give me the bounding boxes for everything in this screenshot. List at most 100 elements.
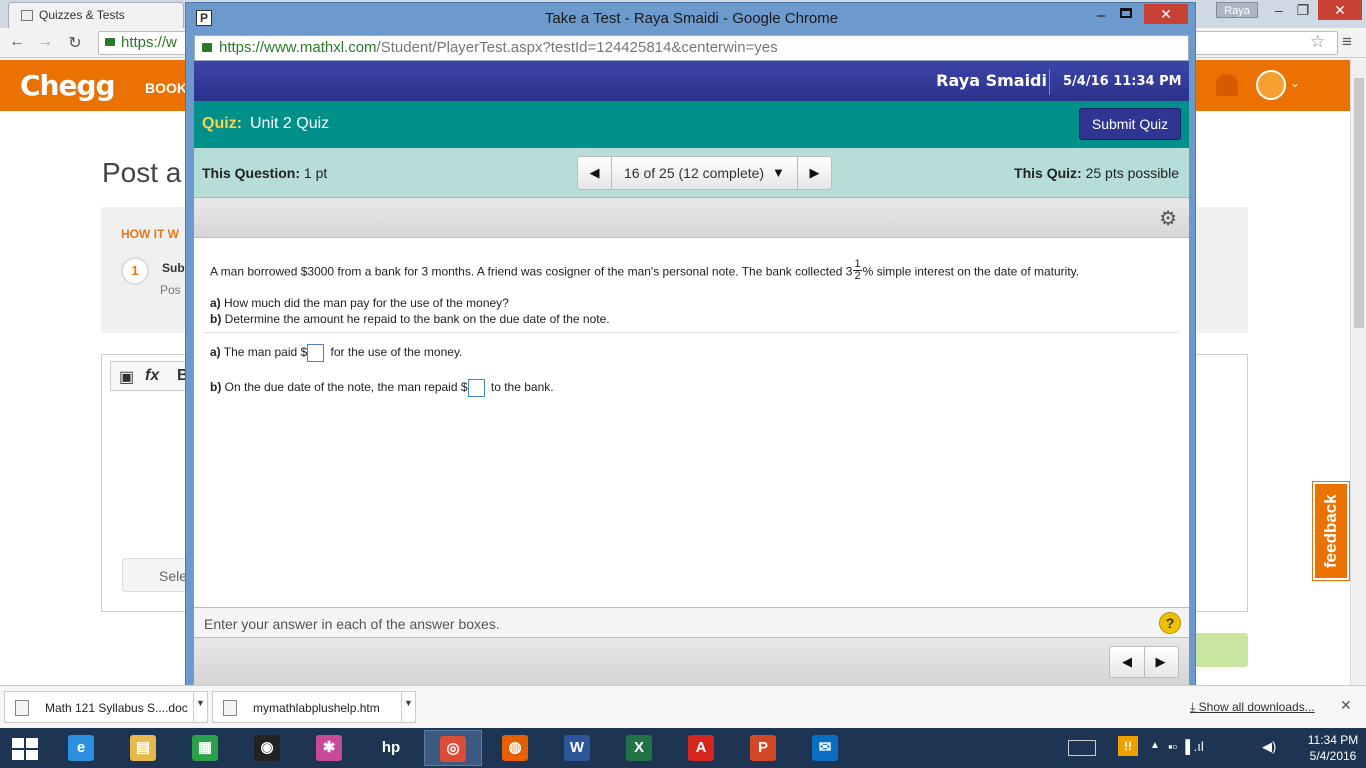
firefox-icon: ◍: [502, 735, 528, 761]
answer-a-suffix: for the use of the money.: [330, 345, 463, 360]
submit-quiz-button[interactable]: Submit Quiz: [1079, 108, 1181, 140]
download-shelf: Math 121 Syllabus S....doc ▼ mymathlabpl…: [0, 685, 1366, 728]
divider: [1049, 69, 1050, 95]
answer-row-b: b) On the due date of the note, the man …: [210, 379, 554, 397]
taskbar-app[interactable]: hp: [362, 730, 420, 766]
close-window-button[interactable]: ✕: [1318, 0, 1362, 20]
back-arrow-icon[interactable]: ←: [6, 33, 28, 51]
reload-icon[interactable]: ↻: [64, 33, 86, 53]
taskbar-app[interactable]: P: [734, 730, 792, 766]
restore-icon[interactable]: ❐: [1290, 2, 1316, 19]
answer-b-input[interactable]: [467, 379, 485, 397]
next-question-button[interactable]: ▶: [797, 157, 831, 189]
chevron-down-icon[interactable]: ▼: [401, 692, 415, 722]
image-icon[interactable]: ▣: [119, 367, 134, 387]
caret-down-icon[interactable]: ▼: [772, 165, 785, 180]
player-footer: ◀ ▶: [194, 637, 1189, 685]
profile-badge[interactable]: Raya: [1216, 2, 1258, 18]
previous-question-button[interactable]: ◀: [1110, 647, 1145, 677]
taskbar-app[interactable]: ◍: [486, 730, 544, 766]
keyboard-icon[interactable]: [1068, 740, 1096, 756]
lock-icon: [105, 38, 115, 46]
chevron-up-icon[interactable]: ▲: [1150, 740, 1160, 751]
next-question-button[interactable]: ▶: [1143, 647, 1178, 677]
answer-a-prefix: The man paid $: [223, 345, 308, 360]
taskbar-app[interactable]: e: [52, 730, 110, 766]
download-filename: Math 121 Syllabus S....doc: [45, 701, 188, 715]
minimize-icon[interactable]: ‒: [1090, 7, 1112, 24]
close-icon[interactable]: ✕: [1340, 697, 1352, 714]
windows-start-icon[interactable]: [12, 738, 38, 760]
gear-icon[interactable]: ⚙: [1159, 206, 1177, 231]
browser-tab-quizzes[interactable]: Quizzes & Tests: [8, 2, 184, 28]
show-all-downloads-link[interactable]: ⤓ Show all downloads...: [1190, 700, 1315, 715]
download-item[interactable]: Math 121 Syllabus S....doc ▼: [4, 691, 208, 723]
answer-a-label: a): [210, 345, 221, 360]
mail-icon: ✉: [812, 735, 838, 761]
formula-icon[interactable]: fx: [145, 367, 159, 385]
taskbar-app[interactable]: ▦: [176, 730, 234, 766]
status-message: Enter your answer in each of the answer …: [204, 616, 500, 632]
url-path: /Student/PlayerTest.aspx?testId=12442581…: [376, 39, 778, 56]
forward-arrow-icon[interactable]: →: [34, 33, 56, 51]
answer-b-prefix: On the due date of the note, the man rep…: [224, 380, 468, 395]
answer-b-suffix: to the bank.: [490, 380, 554, 395]
help-icon[interactable]: ?: [1159, 612, 1181, 634]
nav-books-link[interactable]: BOOK: [145, 80, 187, 96]
quiz-name: Unit 2 Quiz: [250, 115, 330, 132]
step-title: Sub: [162, 261, 185, 275]
media-icon: ◉: [254, 735, 280, 761]
status-bar: Enter your answer in each of the answer …: [194, 607, 1189, 637]
network-icon[interactable]: ▪▫ ▐ .ıl: [1168, 739, 1204, 754]
taskbar-app[interactable]: ◉: [238, 730, 296, 766]
post-button[interactable]: [1190, 633, 1248, 667]
photos-icon: ✱: [316, 735, 342, 761]
part-b-text: Determine the amount he repaid to the ba…: [224, 312, 610, 326]
clock-date[interactable]: 5/4/2016: [1300, 749, 1366, 763]
chevron-down-icon[interactable]: ▼: [193, 692, 207, 722]
this-quiz-points: This Quiz: 25 pts possible: [1014, 165, 1179, 181]
quiz-label: Quiz:: [202, 115, 242, 132]
fraction-denominator: 2: [854, 270, 861, 282]
maximize-icon[interactable]: [1120, 8, 1132, 18]
scrollbar-thumb[interactable]: [1354, 78, 1364, 328]
bell-icon[interactable]: [1216, 74, 1238, 96]
volume-icon[interactable]: ◀): [1262, 739, 1276, 755]
menu-icon[interactable]: ≡: [1342, 32, 1352, 52]
page-scrollbar[interactable]: [1350, 60, 1366, 685]
download-filename: mymathlabplushelp.htm: [253, 701, 380, 715]
taskbar-app[interactable]: ✉: [796, 730, 854, 766]
powerpoint-icon: P: [750, 735, 776, 761]
answer-a-input[interactable]: [307, 344, 325, 362]
this-question-value: 1 pt: [303, 165, 328, 181]
chegg-logo[interactable]: Chegg: [20, 69, 116, 102]
download-item[interactable]: mymathlabplushelp.htm ▼: [212, 691, 416, 723]
close-popup-button[interactable]: ✕: [1144, 4, 1188, 24]
feedback-tab[interactable]: feedback: [1312, 481, 1350, 581]
mathxl-player: Raya Smaidi 5/4/16 11:34 PM Quiz: Unit 2…: [194, 61, 1189, 685]
taskbar-app[interactable]: ▤: [114, 730, 172, 766]
taskbar-app[interactable]: A: [672, 730, 730, 766]
question-nav-bar: This Question: 1 pt ◀ 16 of 25 (12 compl…: [194, 148, 1189, 198]
popup-url-bar[interactable]: https://www.mathxl.com/Student/PlayerTes…: [194, 35, 1189, 61]
question-selector: ◀ 16 of 25 (12 complete) ▼ ▶: [577, 156, 832, 190]
taskbar-app[interactable]: X: [610, 730, 668, 766]
taskbar-app[interactable]: ◎: [424, 730, 482, 766]
taskbar-app[interactable]: ✱: [300, 730, 358, 766]
chevron-down-icon[interactable]: ⌄: [1290, 76, 1300, 90]
previous-question-button[interactable]: ◀: [578, 157, 612, 189]
avatar[interactable]: [1256, 70, 1286, 100]
notification-icon[interactable]: !!: [1118, 736, 1138, 756]
html-file-icon: [223, 700, 237, 716]
question-position-dropdown[interactable]: 16 of 25 (12 complete): [624, 165, 764, 181]
acrobat-icon: A: [688, 735, 714, 761]
bookmark-star-icon[interactable]: ☆: [1310, 32, 1325, 52]
take-a-test-window: P Take a Test - Raya Smaidi - Google Chr…: [185, 2, 1196, 690]
word-document-icon: [15, 700, 29, 716]
lock-icon: [202, 43, 212, 52]
taskbar-app[interactable]: W: [548, 730, 606, 766]
footer-question-nav: ◀ ▶: [1109, 646, 1179, 678]
minimize-icon[interactable]: ‒: [1266, 2, 1292, 18]
clock-time[interactable]: 11:34 PM: [1300, 733, 1366, 747]
divider: [204, 332, 1179, 333]
